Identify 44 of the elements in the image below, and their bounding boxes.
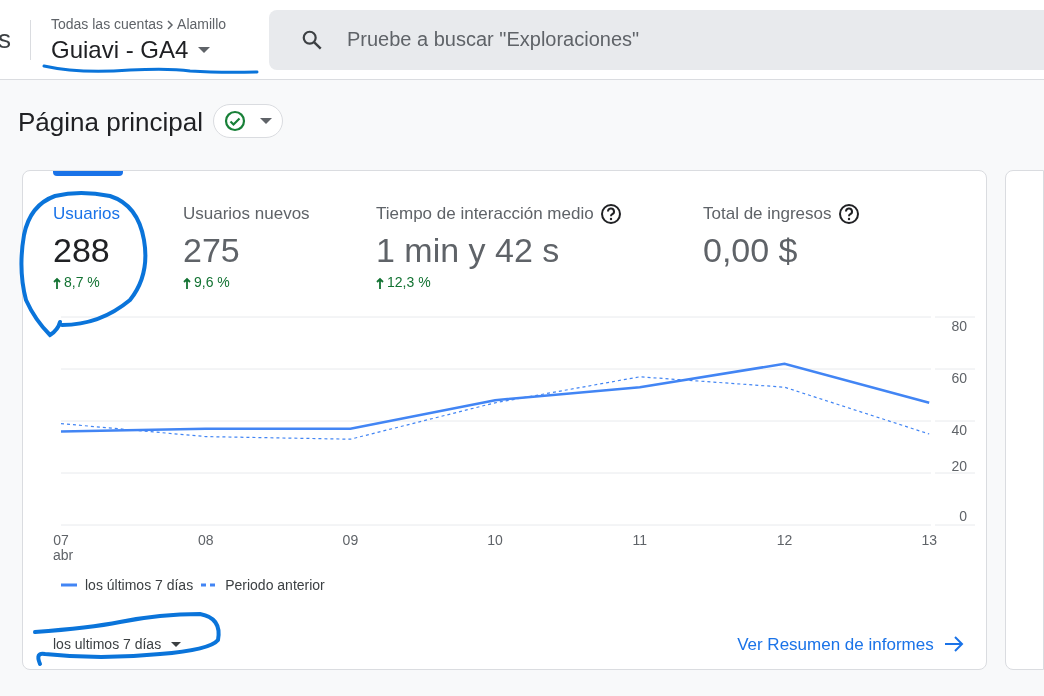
up-arrow-icon: [376, 276, 384, 289]
metric-value: 288: [53, 229, 111, 271]
metric-tab[interactable]: Usuarios nuevos: [183, 201, 310, 227]
x-tick-label: 08: [197, 531, 214, 548]
breadcrumb-link[interactable]: Alamillo: [177, 14, 227, 35]
x-tick-label: 07: [53, 531, 69, 548]
x-tick-label: 09: [342, 531, 359, 548]
x-tick-label: 11: [632, 531, 648, 548]
x-tick-label: 13: [921, 531, 937, 548]
legend-line-icon: [61, 583, 77, 587]
up-arrow-icon: [183, 276, 191, 289]
metric-value: 0,00 $: [703, 229, 799, 271]
y-tick-label: 40: [951, 421, 967, 438]
metric-change: 12,3 %: [387, 273, 431, 292]
y-tick-label: 0: [959, 507, 967, 524]
metric-change: 8,7 %: [64, 273, 100, 292]
caret-icon: [171, 641, 182, 647]
y-tick-label: 60: [951, 369, 967, 386]
metric-tab[interactable]: Tiempo de interacción medio: [376, 201, 622, 227]
page-title: Página principal: [18, 106, 203, 139]
breadcrumb-link[interactable]: Todas las cuentas: [51, 14, 164, 35]
metric-tab[interactable]: Total de ingresos: [703, 201, 860, 227]
month-label: abr: [53, 546, 74, 563]
caret-icon: [198, 47, 211, 53]
metric-value: 1 min y 42 s: [376, 229, 561, 271]
metric-change: 9,6 %: [194, 273, 230, 292]
x-tick-label: 10: [487, 531, 503, 548]
y-tick-label: 80: [951, 317, 967, 334]
up-arrow-icon: [53, 276, 61, 289]
report-link[interactable]: Ver Resumen de informes: [737, 631, 964, 657]
legend-label: Periodo anterior: [225, 575, 325, 595]
date-range-dropdown[interactable]: los ultimos 7 días: [53, 633, 182, 655]
property-selector[interactable]: Guiavi - GA4: [51, 35, 259, 65]
caret-icon: [260, 118, 272, 124]
metric-tab[interactable]: Usuarios: [53, 201, 121, 227]
metric-value: 275: [183, 229, 241, 271]
arrow-right-icon: [943, 636, 964, 653]
legend-label: los últimos 7 días: [85, 575, 194, 595]
y-tick-label: 20: [951, 457, 967, 474]
x-tick-label: 12: [776, 531, 793, 548]
chevron-icon: [165, 18, 176, 31]
status-dropdown[interactable]: [213, 104, 283, 138]
search-field[interactable]: Pruebe a buscar "Exploraciones": [269, 9, 1044, 70]
legend-line-icon: [201, 583, 218, 587]
